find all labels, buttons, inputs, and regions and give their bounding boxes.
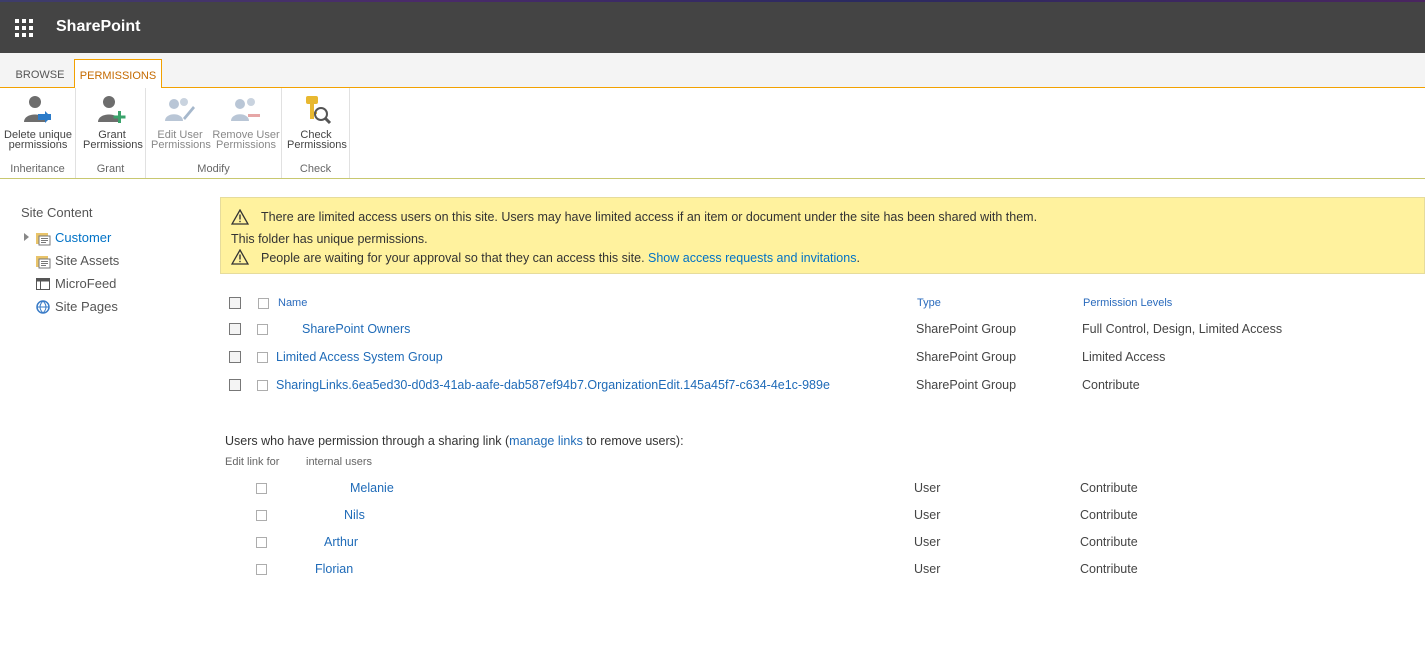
user-permission-level: Contribute — [1080, 562, 1138, 576]
column-header-type[interactable]: Type — [917, 297, 941, 309]
row-permission-levels: Contribute — [1082, 378, 1140, 392]
user-link-nils[interactable]: Nils — [344, 508, 365, 522]
ribbon-group-inheritance: Delete unique permissions Inheritance — [0, 88, 76, 178]
user-type: User — [914, 508, 941, 522]
ribbon-group-grant: Grant Permissions Grant — [76, 88, 146, 178]
nav-item-label: Customer — [55, 230, 112, 245]
document-library-icon — [36, 233, 51, 246]
delete-unique-permissions-icon — [24, 96, 51, 123]
document-library-icon — [36, 256, 51, 269]
ribbon-group-label: Modify — [197, 163, 230, 175]
grant-permissions-label-2: Permissions — [83, 139, 143, 151]
status-banner: There are limited access users on this s… — [220, 197, 1425, 274]
nav-item-label: Site Pages — [55, 299, 118, 314]
user-row-checkbox[interactable] — [256, 537, 267, 548]
grant-permissions-button[interactable]: Grant Permissions — [83, 94, 143, 151]
ribbon-tab-bar: BROWSE PERMISSIONS — [0, 53, 1425, 89]
banner-limited-access-text: There are limited access users on this s… — [261, 210, 1038, 224]
row-checkbox[interactable] — [257, 324, 268, 335]
delete-unique-permissions-label-2: permissions — [8, 139, 68, 151]
check-permissions-label-2: Permissions — [287, 139, 347, 151]
user-permission-level: Contribute — [1080, 535, 1138, 549]
row-type: SharePoint Group — [916, 322, 1017, 336]
select-all-checkbox[interactable] — [229, 297, 241, 309]
row-checkbox[interactable] — [257, 352, 268, 363]
row-type: SharePoint Group — [916, 378, 1017, 392]
edit-user-permissions-icon — [165, 98, 195, 121]
row-select-checkbox[interactable] — [229, 379, 241, 391]
app-title[interactable]: SharePoint — [56, 18, 140, 36]
user-link-florian[interactable]: Florian — [315, 562, 353, 576]
user-type: User — [914, 481, 941, 495]
check-permissions-button[interactable]: Check Permissions — [287, 94, 347, 151]
expand-arrow-icon[interactable] — [24, 233, 29, 241]
ribbon-group-label: Check — [299, 163, 332, 175]
nav-item-site-assets[interactable]: Site Assets — [21, 252, 201, 275]
nav-item-site-pages[interactable]: Site Pages — [21, 298, 201, 321]
header-row-checkbox[interactable] — [258, 298, 269, 309]
banner-pending-approval: People are waiting for your approval so … — [261, 251, 860, 265]
nav-item-customer[interactable]: Customer — [21, 229, 201, 252]
row-permission-levels: Limited Access — [1082, 350, 1166, 364]
user-link-arthur[interactable]: Arthur — [324, 535, 358, 549]
manage-links-link[interactable]: manage links — [509, 434, 583, 448]
ribbon-group-label: Inheritance — [10, 163, 65, 175]
tab-permissions[interactable]: PERMISSIONS — [74, 59, 162, 89]
group-link-sharepoint-owners[interactable]: SharePoint Owners — [302, 322, 410, 336]
row-permission-levels: Full Control, Design, Limited Access — [1082, 322, 1283, 336]
ribbon-group-check: Check Permissions Check — [282, 88, 350, 178]
nav-item-label: MicroFeed — [55, 276, 117, 291]
ribbon-group-modify: Edit User Permissions Remove User Permis… — [146, 88, 282, 178]
user-row-checkbox[interactable] — [256, 510, 267, 521]
remove-user-permissions-button[interactable]: Remove User Permissions — [212, 94, 280, 151]
tab-browse[interactable]: BROWSE — [8, 61, 72, 88]
warning-icon — [231, 209, 249, 225]
sharing-link-note: Users who have permission through a shar… — [225, 434, 684, 448]
column-header-name[interactable]: Name — [278, 297, 307, 309]
remove-user-permissions-icon — [231, 98, 260, 121]
user-permission-level: Contribute — [1080, 508, 1138, 522]
suite-bar: SharePoint — [0, 0, 1425, 53]
group-link-limited-access-system-group[interactable]: Limited Access System Group — [276, 350, 443, 364]
user-row-checkbox[interactable] — [256, 483, 267, 494]
row-select-checkbox[interactable] — [229, 351, 241, 363]
app-launcher-icon[interactable] — [15, 19, 33, 37]
internal-users-label: internal users — [306, 456, 373, 468]
row-type: SharePoint Group — [916, 350, 1017, 364]
user-permission-level: Contribute — [1080, 481, 1138, 495]
site-pages-icon — [36, 300, 50, 314]
show-access-requests-link[interactable]: Show access requests and invitations — [648, 251, 856, 265]
nav-title-site-content[interactable]: Site Content — [21, 205, 201, 220]
remove-user-permissions-label-2: Permissions — [216, 139, 276, 151]
delete-unique-permissions-button[interactable]: Delete unique permissions — [3, 94, 73, 151]
grant-permissions-icon — [98, 96, 126, 123]
user-link-melanie[interactable]: Melanie — [350, 481, 394, 495]
nav-item-label: Site Assets — [55, 253, 120, 268]
banner-period: . — [856, 251, 860, 265]
ribbon-group-label: Grant — [96, 163, 125, 175]
column-header-permission-levels[interactable]: Permission Levels — [1083, 297, 1172, 309]
sharing-note-prefix: Users who have permission through a shar… — [225, 434, 510, 448]
ribbon: Delete unique permissions Inheritance Gr… — [0, 88, 1425, 179]
edit-link-for-label: Edit link for — [225, 456, 280, 468]
edit-user-permissions-label-2: Permissions — [151, 139, 211, 151]
user-type: User — [914, 562, 941, 576]
list-icon — [36, 278, 50, 290]
user-type: User — [914, 535, 941, 549]
suite-bar-accent — [0, 0, 1425, 2]
edit-user-permissions-button[interactable]: Edit User Permissions — [151, 94, 211, 151]
sharing-note-suffix: to remove users): — [582, 434, 684, 448]
user-row-checkbox[interactable] — [256, 564, 267, 575]
check-permissions-icon — [306, 96, 332, 125]
banner-unique-permissions-text: This folder has unique permissions. — [231, 232, 428, 246]
group-link-sharing-links[interactable]: SharingLinks.6ea5ed30-d0d3-41ab-aafe-dab… — [276, 378, 830, 392]
nav-item-microfeed[interactable]: MicroFeed — [21, 275, 201, 298]
row-checkbox[interactable] — [257, 380, 268, 391]
banner-pending-approval-text: People are waiting for your approval so … — [261, 251, 649, 265]
left-navigation: Site Content Customer Site Assets MicroF… — [21, 205, 201, 321]
warning-icon — [231, 249, 249, 265]
row-select-checkbox[interactable] — [229, 323, 241, 335]
